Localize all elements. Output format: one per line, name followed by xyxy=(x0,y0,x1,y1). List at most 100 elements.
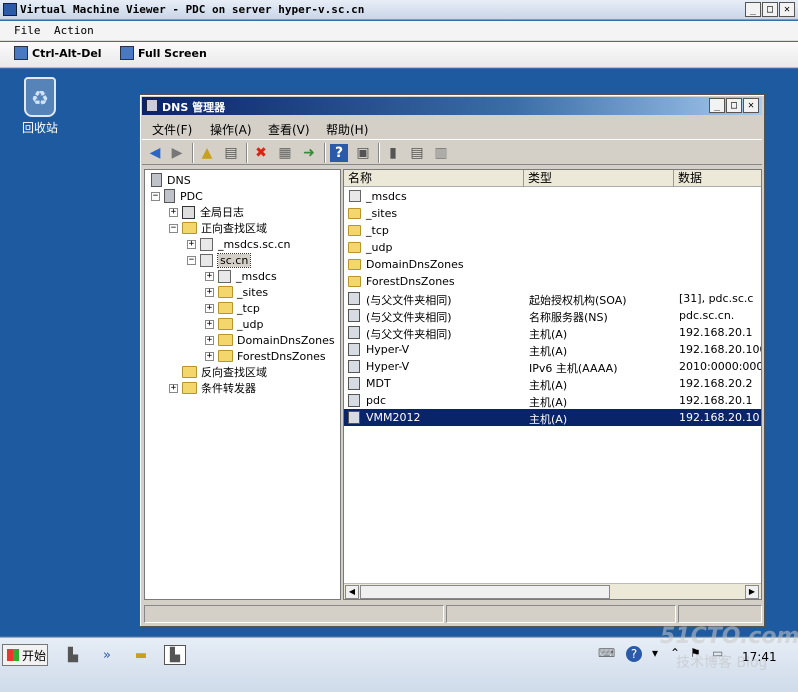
column-header-type[interactable]: 类型 xyxy=(524,170,674,187)
list-row[interactable]: Hyper-V 主机(A) 192.168.20.100 xyxy=(344,341,761,358)
column-header-name[interactable]: 名称 xyxy=(344,170,524,187)
horizontal-scrollbar[interactable]: ◀ ▶ xyxy=(344,583,761,599)
server-icon[interactable]: ▮ xyxy=(384,144,402,162)
powershell-icon[interactable]: » xyxy=(96,645,118,665)
keyboard-tray-icon[interactable]: ⌨ xyxy=(598,646,615,660)
list-row[interactable]: Hyper-V IPv6 主机(AAAA) 2010:0000:0000 xyxy=(344,358,761,375)
dns-caption-buttons: _ □ ✕ xyxy=(709,98,759,113)
list-row[interactable]: pdc 主机(A) 192.168.20.1 xyxy=(344,392,761,409)
expand-icon[interactable]: + xyxy=(205,351,214,361)
row-data: 192.168.20.1 xyxy=(679,394,753,407)
tree-node-global-logs[interactable]: + 全局日志 xyxy=(169,204,244,220)
expand-icon[interactable]: + xyxy=(187,239,196,249)
list-row[interactable]: (与父文件夹相同) 主机(A) 192.168.20.1 xyxy=(344,324,761,341)
help-icon[interactable]: ? xyxy=(330,144,348,162)
start-button[interactable]: 开始 xyxy=(2,644,48,666)
menu-action[interactable]: Action xyxy=(54,24,94,37)
row-name: MDT xyxy=(366,377,391,390)
row-name: _msdcs xyxy=(366,190,407,203)
record-icon xyxy=(348,411,360,424)
dns-maximize-button[interactable]: □ xyxy=(726,98,742,113)
explorer-icon[interactable]: ▬ xyxy=(130,645,152,665)
tree-label-pdc: PDC xyxy=(180,189,203,203)
collapse-icon[interactable]: − xyxy=(187,255,196,265)
tree-node-child[interactable]: + DomainDnsZones xyxy=(205,332,335,348)
row-name: _tcp xyxy=(366,224,389,237)
list-row-selected[interactable]: VMM2012 主机(A) 192.168.20.10 xyxy=(344,409,761,426)
scroll-right-icon[interactable]: ▶ xyxy=(745,585,759,599)
export-list-icon[interactable]: ➜ xyxy=(300,144,318,162)
expand-icon[interactable]: + xyxy=(205,335,214,345)
record-list-icon[interactable]: ▤ xyxy=(408,144,426,162)
tree-node-forward-zones[interactable]: − 正向查找区域 xyxy=(169,220,267,236)
list-row[interactable]: _tcp xyxy=(344,222,761,239)
tree-node-msdcs-zone[interactable]: + _msdcs.sc.cn xyxy=(187,236,291,252)
menu-view-cn[interactable]: 查看(V) xyxy=(268,121,310,138)
copy-icon[interactable]: ▥ xyxy=(432,144,450,162)
zone-icon xyxy=(200,253,213,267)
show-hide-tree-icon[interactable]: ▤ xyxy=(222,144,240,162)
list-row[interactable]: DomainDnsZones xyxy=(344,256,761,273)
up-folder-icon[interactable]: ▲ xyxy=(198,144,216,162)
outer-toolbar: Ctrl-Alt-Del Full Screen xyxy=(0,42,798,68)
list-row[interactable]: (与父文件夹相同) 名称服务器(NS) pdc.sc.cn. xyxy=(344,307,761,324)
outer-close-button[interactable]: ✕ xyxy=(779,2,795,17)
list-row[interactable]: _udp xyxy=(344,239,761,256)
tree-node-child[interactable]: + _msdcs xyxy=(205,268,277,284)
tree-label-conditional-forwarders: 条件转发器 xyxy=(201,382,256,395)
menu-help-cn[interactable]: 帮助(H) xyxy=(326,121,368,138)
back-arrow-icon[interactable]: ◀ xyxy=(146,144,164,162)
tree-node-conditional-forwarders[interactable]: + 条件转发器 xyxy=(169,380,256,396)
list-row[interactable]: _msdcs xyxy=(344,188,761,205)
expand-icon[interactable]: + xyxy=(205,271,214,281)
tree-node-child[interactable]: + _udp xyxy=(205,316,263,332)
tree-label-reverse-zones: 反向查找区域 xyxy=(201,366,267,379)
dns-manager-window: DNS 管理器 _ □ ✕ 文件(F) 操作(A) 查看(V) 帮助(H) ◀ … xyxy=(139,94,765,627)
tree-node-dns[interactable]: DNS xyxy=(151,172,191,188)
forward-arrow-icon[interactable]: ▶ xyxy=(168,144,186,162)
dns-manager-task-icon[interactable]: ▙ xyxy=(164,645,186,665)
tree-node-child[interactable]: + ForestDnsZones xyxy=(205,348,326,364)
collapse-icon[interactable]: − xyxy=(151,191,160,201)
expand-icon[interactable]: + xyxy=(205,303,214,313)
dns-close-button[interactable]: ✕ xyxy=(743,98,759,113)
expand-icon[interactable]: + xyxy=(205,319,214,329)
tree-label-child: _sites xyxy=(237,285,269,299)
row-type: IPv6 主机(AAAA) xyxy=(529,362,618,375)
tree-node-pdc[interactable]: − PDC xyxy=(151,188,203,204)
properties-icon[interactable]: ▦ xyxy=(276,144,294,162)
ctrl-alt-del-button[interactable]: Ctrl-Alt-Del xyxy=(14,46,102,60)
recycle-bin-shortcut[interactable]: 回收站 xyxy=(14,77,66,136)
menu-action-cn[interactable]: 操作(A) xyxy=(210,121,252,138)
expand-icon[interactable]: + xyxy=(169,383,178,393)
tree-node-sc-cn[interactable]: − sc.cn xyxy=(187,252,252,268)
list-row[interactable]: (与父文件夹相同) 起始授权机构(SOA) [31], pdc.sc.c xyxy=(344,290,761,307)
expand-icon[interactable]: + xyxy=(205,287,214,297)
collapse-icon[interactable]: − xyxy=(169,223,178,233)
expand-icon[interactable]: + xyxy=(169,207,178,217)
outer-maximize-button[interactable]: □ xyxy=(762,2,778,17)
outer-minimize-button[interactable]: _ xyxy=(745,2,761,17)
folder-icon xyxy=(348,208,361,219)
menu-file[interactable]: File xyxy=(14,24,41,37)
delete-icon[interactable]: ✖ xyxy=(252,144,270,162)
tree-node-reverse-zones[interactable]: 反向查找区域 xyxy=(182,364,267,380)
view-icon[interactable]: ▣ xyxy=(354,144,372,162)
language-tray-icon[interactable]: ▾ xyxy=(652,646,658,660)
record-icon xyxy=(348,326,360,339)
row-name: DomainDnsZones xyxy=(366,258,464,271)
scroll-thumb[interactable] xyxy=(360,585,610,599)
list-row[interactable]: _sites xyxy=(344,205,761,222)
tree-node-child[interactable]: + _sites xyxy=(205,284,268,300)
scroll-left-icon[interactable]: ◀ xyxy=(345,585,359,599)
full-screen-button[interactable]: Full Screen xyxy=(120,46,207,60)
list-row[interactable]: MDT 主机(A) 192.168.20.2 xyxy=(344,375,761,392)
column-header-data[interactable]: 数据 xyxy=(674,170,761,187)
tree-node-child[interactable]: + _tcp xyxy=(205,300,260,316)
server-manager-icon[interactable]: ▙ xyxy=(62,645,84,665)
dns-minimize-button[interactable]: _ xyxy=(709,98,725,113)
menu-file-cn[interactable]: 文件(F) xyxy=(152,121,192,138)
recycle-bin-label: 回收站 xyxy=(21,121,58,135)
help-tray-icon[interactable]: ? xyxy=(626,646,642,662)
list-row[interactable]: ForestDnsZones xyxy=(344,273,761,290)
